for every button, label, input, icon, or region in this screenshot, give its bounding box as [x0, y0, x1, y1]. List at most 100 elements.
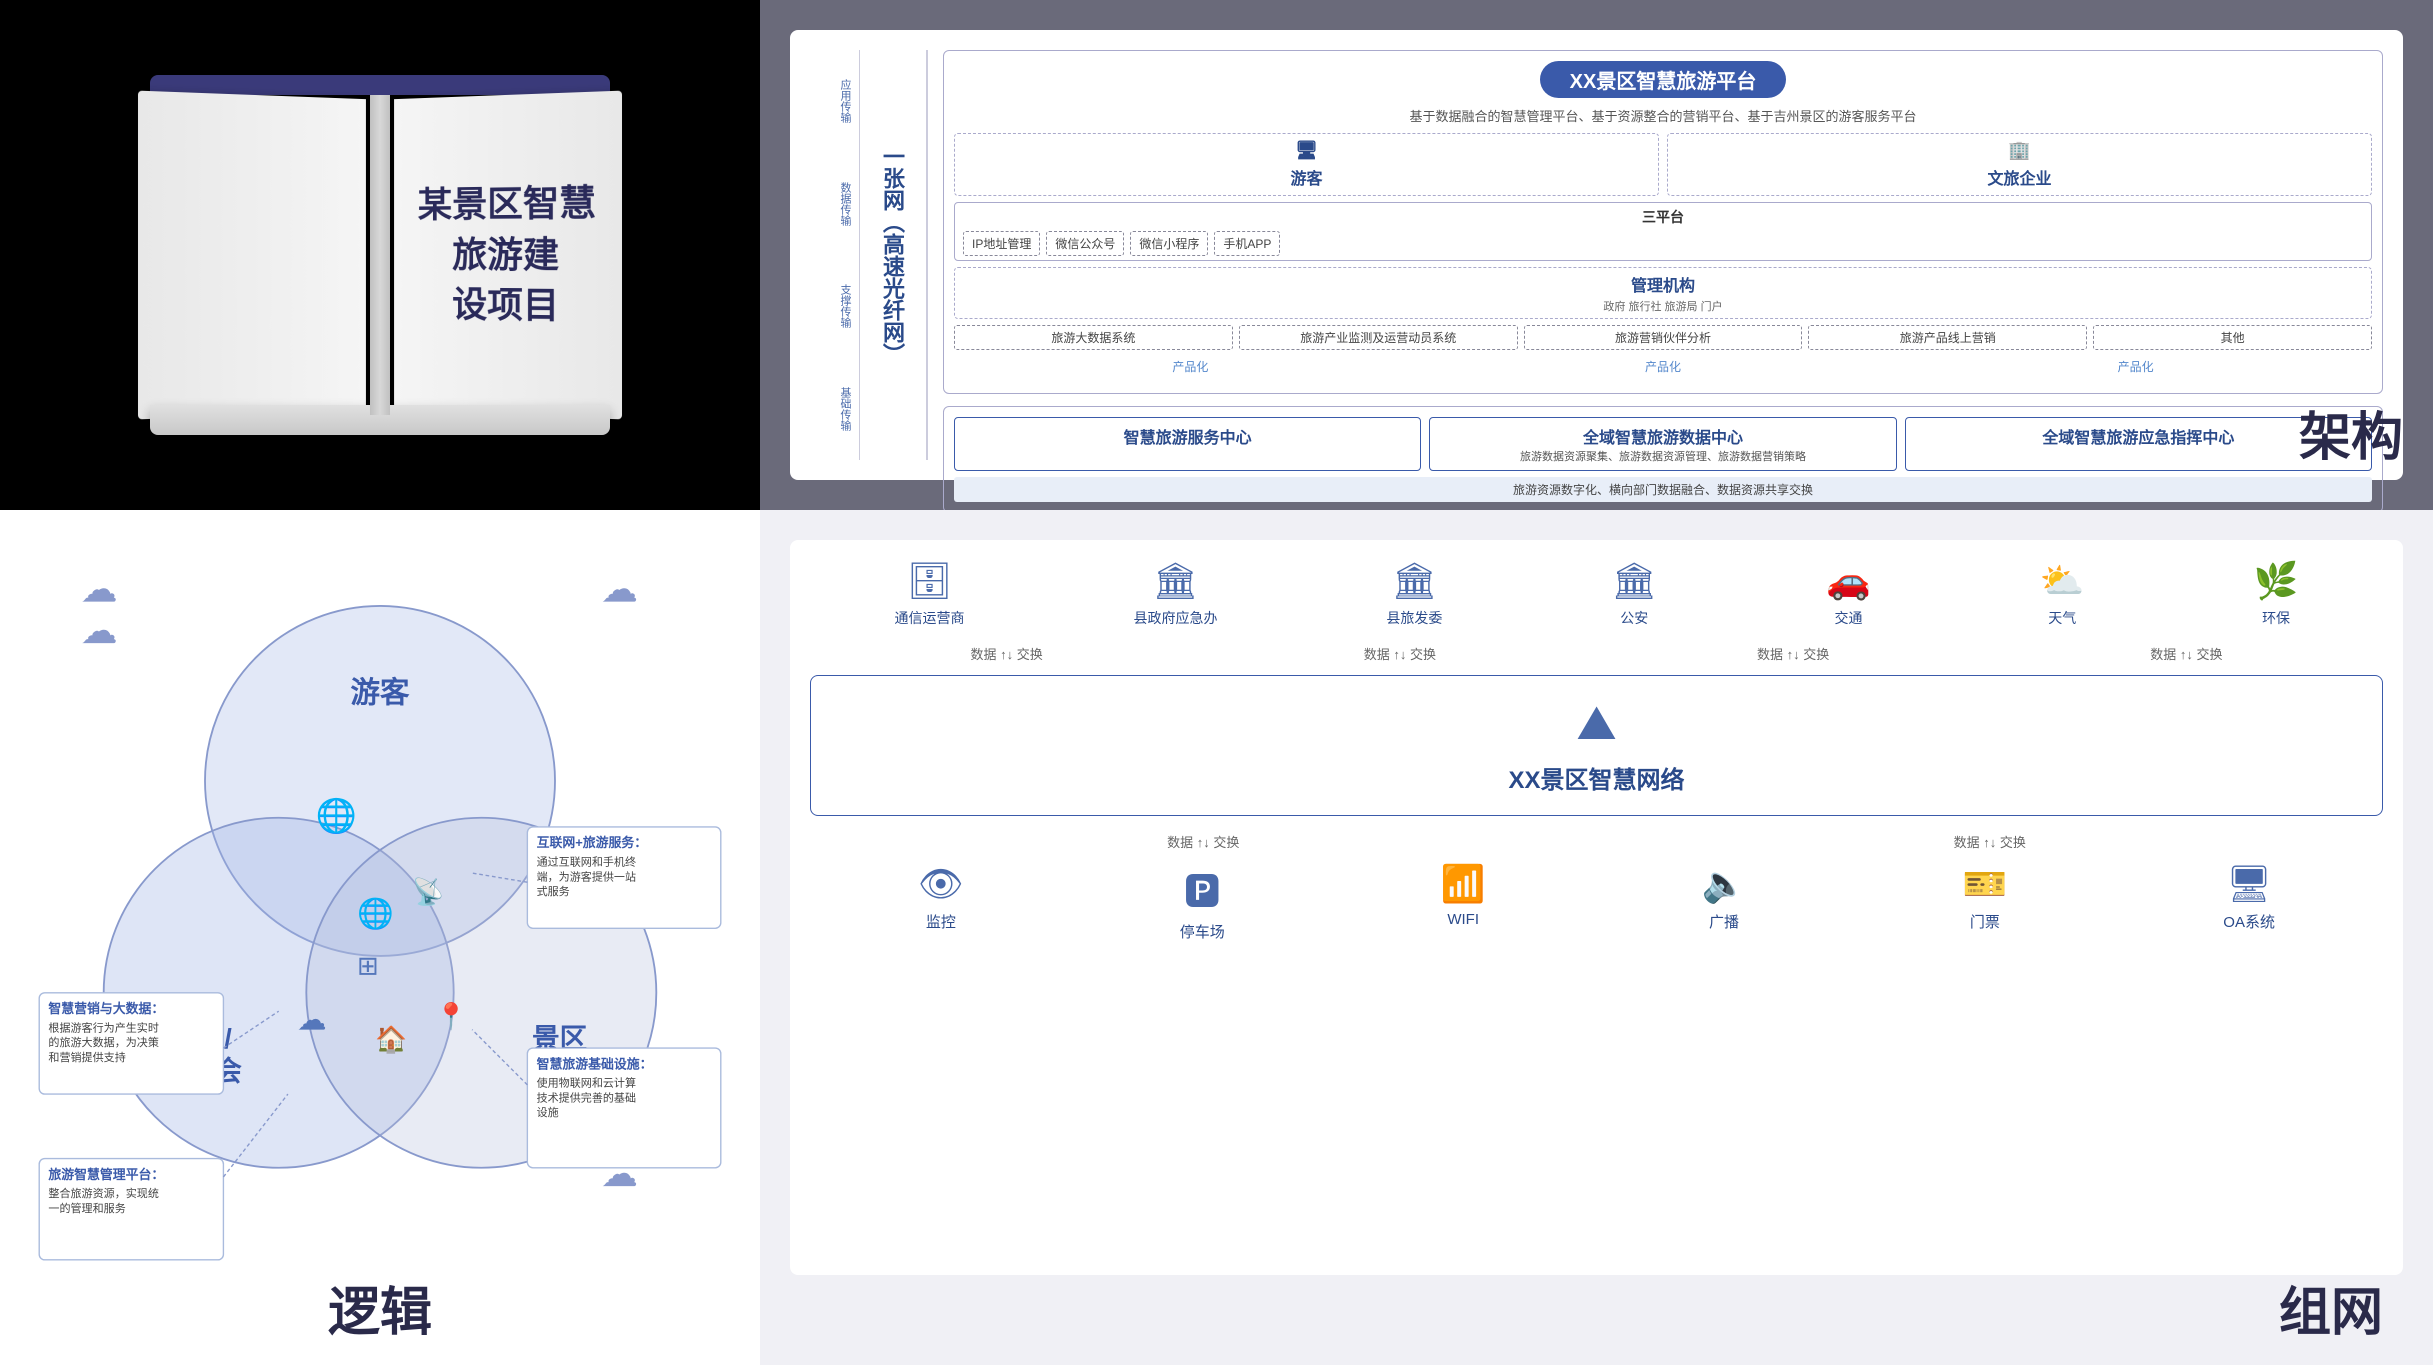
- wifi-label: WIFI: [1447, 911, 1479, 928]
- smart-emergency-title: 全域智慧旅游应急指挥中心: [1918, 424, 2359, 448]
- svg-text:☁: ☁: [81, 568, 118, 609]
- svg-text:🌐: 🌐: [357, 897, 394, 931]
- svg-text:式服务: 式服务: [537, 885, 570, 898]
- exchange-row-top: 数据 ↑↓ 交换 数据 ↑↓ 交换 数据 ↑↓ 交换 数据 ↑↓ 交换: [810, 644, 2383, 663]
- book-spine: [370, 95, 390, 415]
- agency-tourism: 🏛 县旅发委: [1386, 560, 1442, 628]
- svg-text:整合旅游资源，实现统: 整合旅游资源，实现统: [48, 1186, 158, 1200]
- tourism-icon: 🏛: [1392, 560, 1438, 602]
- side-label-3: 支撑传输: [810, 284, 853, 328]
- side-label-4: 基础传输: [810, 387, 853, 431]
- platform-users-row: 🖥 游客 🏢 文旅企业 三平台 IP地址: [954, 133, 2372, 377]
- svg-text:和营销提供支持: 和营销提供支持: [48, 1050, 125, 1064]
- svg-text:📡: 📡: [412, 876, 444, 907]
- exchange-b-label-1: 数据 ↑↓ 交换: [1167, 832, 1239, 851]
- book-left-page: [138, 91, 366, 420]
- agency-traffic: 🚗 交通: [1826, 560, 1871, 628]
- svg-text:设施: 设施: [537, 1106, 559, 1119]
- arch-inner: 应用传输 数据传输 支撑传输 基础传输 一张网（高速光纤网） XX景区智慧旅游平…: [790, 30, 2403, 480]
- venn-diagram: ☁ ☁ ☁ ☁ ☁ 游客 政府/ 管委会 景区 🌐 🌐 📡 ⊞ ☁ 🏠 📍: [30, 540, 730, 1335]
- svg-text:游客: 游客: [351, 676, 410, 710]
- emergency-label: 县政府应急办: [1133, 608, 1217, 628]
- exchange-b-label-2: 数据 ↑↓ 交换: [1954, 832, 2026, 851]
- exchange-label-4: 数据 ↑↓ 交换: [2150, 644, 2222, 663]
- sanpingtai-items: IP地址管理 微信公众号 微信小程序 手机APP: [963, 231, 2363, 256]
- arch-sidebar: 一张网（高速光纤网）: [868, 50, 928, 460]
- smart-data-title: 全域智慧旅游数据中心: [1442, 424, 1883, 448]
- agency-police: 🏛 公安: [1611, 560, 1657, 628]
- platform-box: XX景区智慧旅游平台 基于数据融合的智慧管理平台、基于资源整合的营销平台、基于吉…: [943, 50, 2383, 394]
- smart-service-title: 智慧旅游服务中心: [967, 424, 1408, 448]
- camera-label: 监控: [926, 911, 956, 932]
- enterprise-icon: 🏢: [1678, 140, 2361, 161]
- device-ticket: 🎫 门票: [1962, 863, 2007, 942]
- tourist-label: 游客: [965, 165, 1648, 189]
- sanpingtai-item-1: IP地址管理: [963, 231, 1040, 256]
- telecom-icon: 🗄: [907, 560, 953, 602]
- device-camera: 👁 监控: [918, 863, 964, 942]
- network-inner: 🗄 通信运营商 🏛 县政府应急办 🏛 县旅发委 🏛 公安 🚗 交通 ⛅ 天: [790, 540, 2403, 1275]
- telecom-label: 通信运营商: [894, 608, 964, 628]
- traffic-icon: 🚗: [1826, 560, 1871, 602]
- tourist-icon: 🖥: [965, 140, 1648, 161]
- device-broadcast: 🔈 广播: [1702, 863, 1747, 942]
- exchange-b-2: 数据 ↑↓ 交换: [1954, 832, 2026, 851]
- mgmt-label: 管理机构: [965, 272, 2361, 296]
- police-label: 公安: [1620, 608, 1648, 628]
- exchange-1: 数据 ↑↓ 交换: [971, 644, 1043, 663]
- smart-service-box: 智慧旅游服务中心 全域智慧旅游数据中心 旅游数据资源聚集、旅游数据资源管理、旅游…: [943, 406, 2383, 510]
- service-1: 旅游大数据系统: [954, 325, 1233, 350]
- agency-env: 🌿 环保: [2254, 560, 2299, 628]
- svg-text:使用物联网和云计算: 使用物联网和云计算: [537, 1076, 636, 1090]
- sanpingtai-item-2: 微信公众号: [1046, 231, 1124, 256]
- book-right-page: 某景区智慧旅游建 设项目: [394, 91, 622, 420]
- svg-text:☁: ☁: [297, 1004, 326, 1037]
- exchange-row-bottom: 数据 ↑↓ 交换 数据 ↑↓ 交换: [810, 832, 2383, 851]
- svg-text:旅游智慧管理平台：: 旅游智慧管理平台：: [48, 1167, 164, 1182]
- enterprise-label: 文旅企业: [1678, 165, 2361, 189]
- oa-label: OA系统: [2223, 911, 2275, 932]
- emergency-icon: 🏛: [1153, 560, 1199, 602]
- ticket-label: 门票: [1970, 911, 2000, 932]
- svg-text:☁: ☁: [601, 568, 638, 609]
- sanpingtai-item-3: 微信小程序: [1130, 231, 1208, 256]
- device-parking: 🅿 停车场: [1180, 863, 1225, 942]
- data-exchange-bar: 旅游资源数字化、横向部门数据融合、数据资源共享交换: [954, 477, 2372, 502]
- platform-title-badge: XX景区智慧旅游平台: [1540, 61, 1787, 98]
- parking-icon: 🅿: [1184, 863, 1220, 915]
- smart-service-center: 智慧旅游服务中心: [954, 417, 1421, 471]
- exchange-label-2: 数据 ↑↓ 交换: [1364, 644, 1436, 663]
- services-row: 旅游大数据系统 旅游产业监测及运营动员系统 旅游营销伙伴分析 旅游产品线上营销 …: [954, 325, 2372, 350]
- svg-text:的旅游大数据，为决策: 的旅游大数据，为决策: [48, 1035, 158, 1049]
- book-cover-top: [150, 75, 610, 95]
- broadcast-label: 广播: [1709, 911, 1739, 932]
- traffic-label: 交通: [1834, 608, 1862, 628]
- sanpingtai-item-4: 手机APP: [1214, 231, 1280, 256]
- network-center-title: XX景区智慧网络: [831, 760, 2362, 795]
- logic-panel: ☁ ☁ ☁ ☁ ☁ 游客 政府/ 管委会 景区 🌐 🌐 📡 ⊞ ☁ 🏠 📍: [0, 510, 760, 1365]
- svg-text:智慧营销与大数据：: 智慧营销与大数据：: [48, 1001, 164, 1016]
- exchange-label-1: 数据 ↑↓ 交换: [971, 644, 1043, 663]
- exchange-3: 数据 ↑↓ 交换: [1757, 644, 1829, 663]
- book-title: 某景区智慧旅游建 设项目: [394, 157, 622, 353]
- svg-text:技术提供完善的基础: 技术提供完善的基础: [537, 1090, 636, 1104]
- network-panel: 🗄 通信运营商 🏛 县政府应急办 🏛 县旅发委 🏛 公安 🚗 交通 ⛅ 天: [760, 510, 2433, 1365]
- env-icon: 🌿: [2254, 560, 2299, 602]
- arch-label: 架构: [2299, 395, 2403, 470]
- network-bottom-row: 👁 监控 🅿 停车场 📶 WIFI 🔈 广播 🎫 门票 🖥 OA系统: [810, 863, 2383, 942]
- service-3: 旅游营销伙伴分析: [1524, 325, 1803, 350]
- logic-label: 逻辑: [328, 1270, 432, 1345]
- svg-text:根据游客行为产生实时: 根据游客行为产生实时: [48, 1020, 158, 1034]
- service-4: 旅游产品线上营销: [1808, 325, 2087, 350]
- svg-text:⊞: ⊞: [357, 952, 379, 980]
- arch-panel: 应用传输 数据传输 支撑传输 基础传输 一张网（高速光纤网） XX景区智慧旅游平…: [760, 0, 2433, 510]
- sanpingtai-label: 三平台: [963, 207, 2363, 227]
- wifi-icon: 📶: [1441, 863, 1486, 905]
- police-icon: 🏛: [1611, 560, 1657, 602]
- sanpingtai-box: 三平台 IP地址管理 微信公众号 微信小程序 手机APP: [954, 202, 2372, 261]
- book-container: 某景区智慧旅游建 设项目: [140, 75, 620, 435]
- ticket-icon: 🎫: [1962, 863, 2007, 905]
- exchange-b-1: 数据 ↑↓ 交换: [1167, 832, 1239, 851]
- svg-text:🌐: 🌐: [316, 796, 357, 835]
- device-oa: 🖥 OA系统: [2223, 863, 2275, 942]
